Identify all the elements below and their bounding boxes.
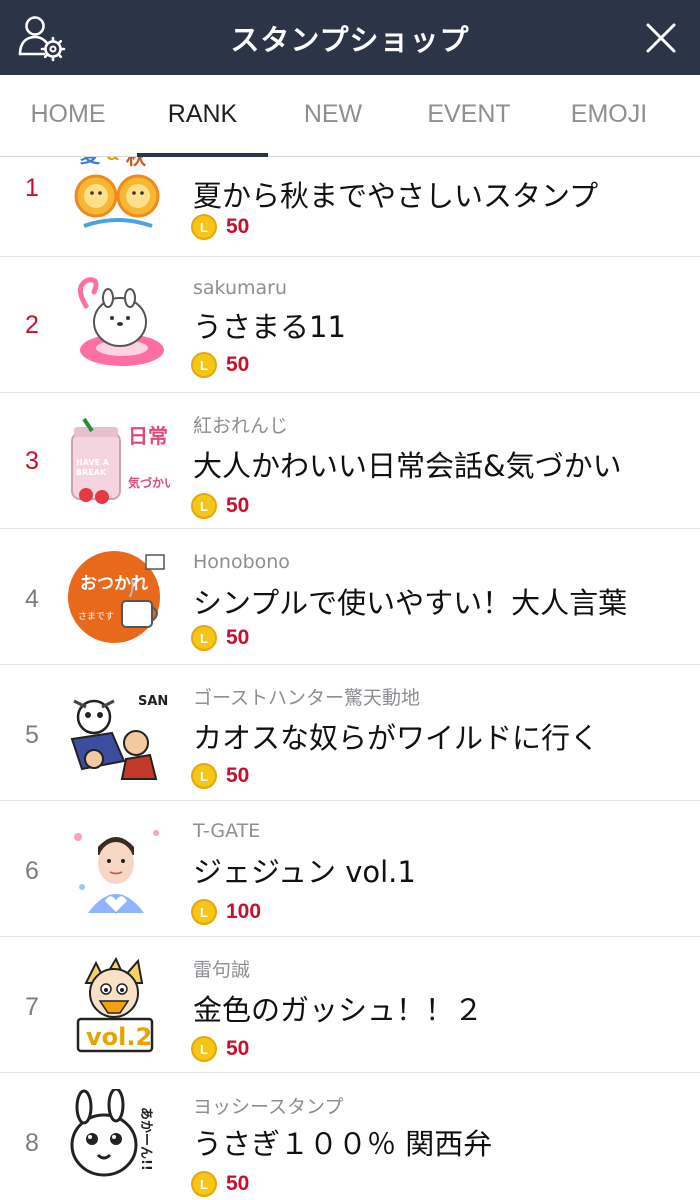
sticker-author: ゴーストハンター驚天動地 (193, 687, 421, 709)
price-value: 50 (226, 494, 250, 517)
price: L 50 (191, 1034, 249, 1064)
summer-autumn-lion-sticker: 夏 & 秋 (74, 157, 160, 228)
list-item[interactable]: 2 sakumaru うさまる11 L 50 (0, 257, 700, 393)
tab-rank[interactable]: RANK (137, 75, 268, 157)
list-item[interactable]: 7 vol.2 雷句誠 金色のガッシュ！！２ L 50 (0, 937, 700, 1073)
header-bar: スタンプショップ (0, 0, 700, 75)
rank-number: 2 (25, 311, 39, 339)
sticker-title: 大人かわいい日常会話&気づかい (193, 449, 622, 483)
close-button[interactable] (636, 13, 686, 63)
sticker-author: ヨッシースタンプ (193, 1096, 344, 1118)
svg-text:HAVE A: HAVE A (76, 458, 110, 467)
otsukare-cup-sticker: おつかれ さまです (68, 551, 165, 643)
svg-text:&: & (106, 157, 120, 164)
strawberry-jar-sticker: HAVE A BREAK 日常 気づかい (71, 417, 170, 504)
price: L 50 (191, 491, 249, 521)
list-item[interactable]: 8 あかーん!! ヨッシースタンプ うさぎ１００％ 関西弁 L 50 (0, 1073, 700, 1200)
thumb-text-2: 気づかい (128, 475, 170, 490)
thumb-text-2: さまです (78, 611, 114, 622)
coin-icon: L (191, 493, 217, 519)
price: L 50 (191, 761, 249, 791)
price: L 50 (191, 212, 249, 242)
rank-number: 3 (25, 447, 39, 475)
price-value: 50 (226, 1037, 250, 1060)
rank-number: 5 (25, 721, 39, 749)
sticker-title: うさぎ１００％ 関西弁 (193, 1127, 493, 1161)
rank-number: 7 (25, 993, 39, 1021)
rank-number: 6 (25, 857, 39, 885)
coin-icon: L (191, 763, 217, 789)
thumb-text: おつかれ (80, 574, 148, 594)
coin-icon: L (191, 214, 217, 240)
sticker-author: 雷句誠 (193, 959, 251, 981)
list-item[interactable]: 5 SAN ゴーストハンター驚天動地 カオスな奴らがワイルドに行く L 50 (0, 665, 700, 801)
tab-event[interactable]: EVENT (410, 75, 528, 157)
price-value: 100 (226, 900, 262, 923)
user-settings-icon (18, 16, 66, 62)
price: L 50 (191, 623, 249, 653)
thumb-text: 日常 (128, 424, 168, 448)
list-item[interactable]: 1 夏 & 秋 夏から秋までやさしいスタンプ L 50 (0, 157, 700, 257)
sticker-author: T-GATE (193, 820, 261, 842)
price-value: 50 (226, 353, 250, 376)
price: L 50 (191, 350, 249, 380)
price-value: 50 (226, 764, 250, 787)
idol-heart-sticker (74, 830, 159, 915)
svg-text:BREAK: BREAK (76, 468, 107, 477)
rank-number: 1 (25, 174, 39, 202)
rank-number: 4 (25, 585, 39, 613)
rabbit-flamingo-float-sticker (78, 277, 164, 366)
coin-icon: L (191, 1171, 217, 1197)
thumb-text: vol.2 (86, 1023, 152, 1051)
price-value: 50 (226, 215, 250, 238)
price: L 100 (191, 897, 261, 927)
sticker-author: Honobono (193, 551, 290, 573)
sticker-title: ジェジュン vol.1 (193, 855, 416, 889)
sticker-title: 金色のガッシュ！！２ (193, 993, 484, 1027)
list-item[interactable]: 6 T-GATE ジェジュン vol.1 L 100 (0, 801, 700, 937)
rank-number: 8 (25, 1129, 39, 1157)
coin-icon: L (191, 899, 217, 925)
coin-icon: L (191, 1036, 217, 1062)
tab-new[interactable]: NEW (283, 75, 383, 157)
coin-icon: L (191, 352, 217, 378)
ranking-list: 1 夏 & 秋 夏から秋までやさしいスタンプ L 50 2 (0, 157, 700, 1200)
svg-text:SAN: SAN (138, 694, 168, 709)
sticker-author: 紅おれんじ (193, 415, 289, 437)
thumb-text: あかーん!! (138, 1107, 153, 1171)
list-item[interactable]: 3 HAVE A BREAK 日常 気づかい 紅おれんじ 大人かわいい日常会話&… (0, 393, 700, 529)
close-icon (646, 23, 676, 53)
gash-vol2-sticker: vol.2 (76, 956, 154, 1053)
sticker-title: うさまる11 (193, 310, 346, 344)
rabbit-kansai-sticker: あかーん!! (70, 1089, 153, 1177)
category-tabs: HOME RANK NEW EVENT EMOJI (0, 75, 700, 157)
chaos-characters-sticker: SAN (70, 694, 168, 780)
svg-text:秋: 秋 (126, 157, 147, 169)
price-value: 50 (226, 626, 250, 649)
list-item[interactable]: 4 おつかれ さまです Honobono シンプルで使いやすい！大人言葉 L 5… (0, 529, 700, 665)
sticker-title: カオスな奴らがワイルドに行く (193, 721, 600, 755)
coin-icon: L (191, 625, 217, 651)
price-value: 50 (226, 1172, 250, 1195)
svg-text:夏: 夏 (80, 157, 101, 167)
sticker-title: シンプルで使いやすい！大人言葉 (193, 586, 628, 620)
sticker-title: 夏から秋までやさしいスタンプ (193, 179, 599, 213)
price: L 50 (191, 1169, 249, 1199)
sticker-settings-button[interactable] (14, 10, 70, 66)
tab-home[interactable]: HOME (18, 75, 118, 157)
sticker-author: sakumaru (193, 277, 288, 299)
page-title: スタンプショップ (230, 22, 470, 57)
tab-emoji[interactable]: EMOJI (554, 75, 664, 157)
